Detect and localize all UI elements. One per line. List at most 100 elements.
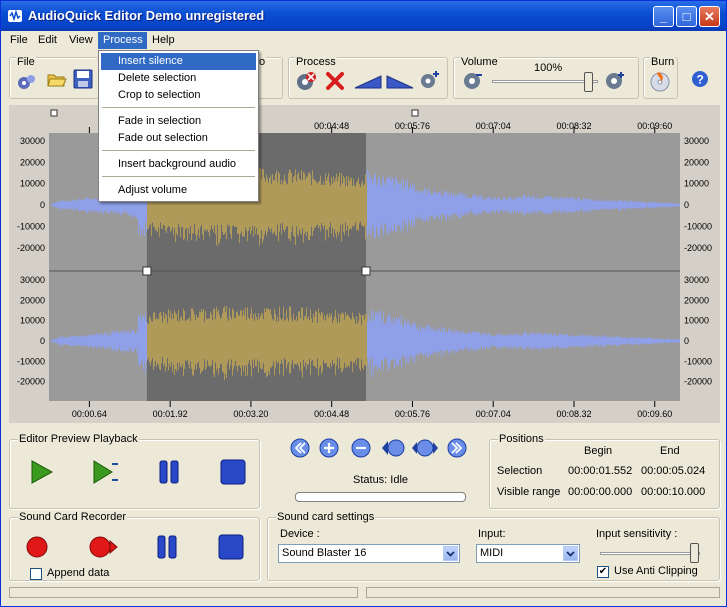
range-end-marker[interactable] bbox=[411, 109, 419, 117]
menu-fade-out[interactable]: Fade out selection bbox=[101, 130, 256, 147]
volume-up-icon[interactable] bbox=[604, 69, 626, 91]
fade-in-icon[interactable] bbox=[353, 70, 383, 92]
menu-delete-selection[interactable]: Delete selection bbox=[101, 70, 256, 87]
title-bar[interactable]: AudioQuick Editor Demo unregistered _ □ … bbox=[1, 1, 726, 31]
process-group: Process bbox=[288, 56, 448, 99]
volume-slider-thumb[interactable] bbox=[584, 72, 593, 92]
recorder-pause-icon[interactable] bbox=[152, 533, 182, 561]
status-progress bbox=[295, 492, 466, 502]
menu-fade-in[interactable]: Fade in selection bbox=[101, 113, 256, 130]
amplitude-tick-label: 30000 bbox=[684, 275, 709, 285]
process-icon[interactable] bbox=[295, 70, 317, 92]
delete-icon[interactable] bbox=[324, 70, 346, 92]
selection-start-handle[interactable] bbox=[142, 266, 152, 276]
insert-audio-icon[interactable] bbox=[419, 68, 441, 90]
amplitude-tick-label: 20000 bbox=[20, 157, 45, 167]
amplitude-tick-label: 10000 bbox=[20, 316, 45, 326]
pause-icon[interactable] bbox=[154, 458, 184, 486]
sensitivity-slider-track[interactable] bbox=[600, 552, 700, 555]
positions-begin-header: Begin bbox=[584, 445, 613, 457]
help-icon[interactable]: ? bbox=[691, 70, 709, 88]
append-data-checkbox[interactable] bbox=[30, 568, 42, 580]
anticlipping-label: Use Anti Clipping bbox=[614, 565, 698, 577]
amplitude-tick-label: 30000 bbox=[684, 136, 709, 146]
device-value: Sound Blaster 16 bbox=[282, 547, 367, 559]
sensitivity-slider-thumb[interactable] bbox=[690, 543, 699, 563]
process-group-label: Process bbox=[295, 56, 337, 68]
zoom-start-icon[interactable] bbox=[289, 437, 311, 459]
menu-edit[interactable]: Edit bbox=[33, 32, 62, 49]
app-icon bbox=[8, 9, 22, 22]
volume-value: 100% bbox=[534, 62, 563, 74]
amplitude-tick-label: -20000 bbox=[17, 243, 45, 253]
menu-adjust-volume[interactable]: Adjust volume bbox=[101, 182, 256, 199]
time-tick-label-top: 00:08:32 bbox=[556, 121, 591, 131]
menu-separator bbox=[102, 176, 255, 178]
minimize-button[interactable]: _ bbox=[653, 6, 674, 27]
menu-insert-background-audio[interactable]: Insert background audio bbox=[101, 156, 256, 173]
amplitude-tick-label: -20000 bbox=[684, 243, 712, 253]
time-tick-label-bottom: 00:07.04 bbox=[476, 409, 511, 419]
visible-range-end: 00:00:10.000 bbox=[641, 486, 706, 498]
amplitude-tick-label: 10000 bbox=[684, 179, 709, 189]
volume-slider-track[interactable] bbox=[492, 80, 598, 83]
input-dropdown-button[interactable] bbox=[563, 546, 578, 561]
zoom-all-icon[interactable] bbox=[411, 437, 439, 459]
soundcard-title: Sound card settings bbox=[276, 511, 376, 523]
burn-icon[interactable] bbox=[649, 70, 671, 92]
new-icon[interactable] bbox=[16, 70, 38, 92]
stop-icon[interactable] bbox=[218, 458, 248, 486]
time-tick-label-bottom: 00:04.48 bbox=[314, 409, 349, 419]
play-selection-icon[interactable] bbox=[90, 458, 120, 486]
zoom-out-icon[interactable] bbox=[350, 437, 372, 459]
volume-group-label: Volume bbox=[460, 56, 499, 68]
selection-begin: 00:00:01.552 bbox=[568, 465, 633, 477]
volume-group: Volume 100% bbox=[453, 56, 639, 99]
playback-title: Editor Preview Playback bbox=[18, 433, 139, 445]
amplitude-tick-label: 20000 bbox=[20, 295, 45, 305]
soundcard-panel: Sound card settings Device : Sound Blast… bbox=[267, 511, 720, 581]
positions-title: Positions bbox=[498, 433, 545, 445]
zoom-selection-icon[interactable] bbox=[381, 437, 407, 459]
fade-out-icon[interactable] bbox=[385, 70, 415, 92]
recorder-stop-icon[interactable] bbox=[216, 533, 246, 561]
amplitude-tick-label: 20000 bbox=[684, 157, 709, 167]
amplitude-tick-label: 30000 bbox=[20, 136, 45, 146]
record-play-icon[interactable] bbox=[88, 533, 118, 561]
app-window: AudioQuick Editor Demo unregistered _ □ … bbox=[0, 0, 727, 607]
menu-help[interactable]: Help bbox=[147, 32, 180, 49]
volume-down-icon[interactable] bbox=[462, 69, 484, 91]
maximize-button[interactable]: □ bbox=[676, 6, 697, 27]
open-icon[interactable] bbox=[46, 68, 68, 90]
input-select[interactable]: MIDI bbox=[476, 544, 580, 563]
input-label: Input: bbox=[478, 528, 506, 540]
time-tick-label-bottom: 00:03.20 bbox=[233, 409, 268, 419]
range-start-marker[interactable] bbox=[50, 109, 58, 117]
menu-view[interactable]: View bbox=[64, 32, 98, 49]
anticlipping-checkbox[interactable]: ✔ bbox=[597, 566, 609, 578]
file-group-label: File bbox=[16, 56, 36, 68]
amplitude-tick-label: 10000 bbox=[20, 179, 45, 189]
chevron-down-icon bbox=[446, 551, 455, 557]
zoom-end-icon[interactable] bbox=[446, 437, 468, 459]
selection-label: Selection bbox=[497, 465, 543, 477]
input-value: MIDI bbox=[480, 547, 504, 559]
device-select[interactable]: Sound Blaster 16 bbox=[278, 544, 460, 563]
play-icon[interactable] bbox=[26, 458, 56, 486]
zoom-in-icon[interactable] bbox=[318, 437, 340, 459]
device-dropdown-button[interactable] bbox=[443, 546, 458, 561]
menu-process[interactable]: Process bbox=[98, 32, 147, 49]
menu-file[interactable]: File bbox=[5, 32, 33, 49]
record-icon[interactable] bbox=[22, 533, 52, 561]
save-icon[interactable] bbox=[72, 68, 94, 90]
amplitude-tick-label: -10000 bbox=[684, 221, 712, 231]
menu-crop-selection[interactable]: Crop to selection bbox=[101, 87, 256, 104]
menu-insert-silence[interactable]: Insert silence bbox=[101, 53, 256, 70]
close-button[interactable]: ✕ bbox=[699, 6, 720, 27]
amplitude-tick-label: -20000 bbox=[17, 377, 45, 387]
statusbar-left bbox=[9, 587, 358, 598]
device-label: Device : bbox=[280, 528, 320, 540]
selection-end-handle[interactable] bbox=[361, 266, 371, 276]
burn-group-label: Burn bbox=[650, 56, 676, 68]
time-tick-label-bottom: 00:05.76 bbox=[395, 409, 430, 419]
